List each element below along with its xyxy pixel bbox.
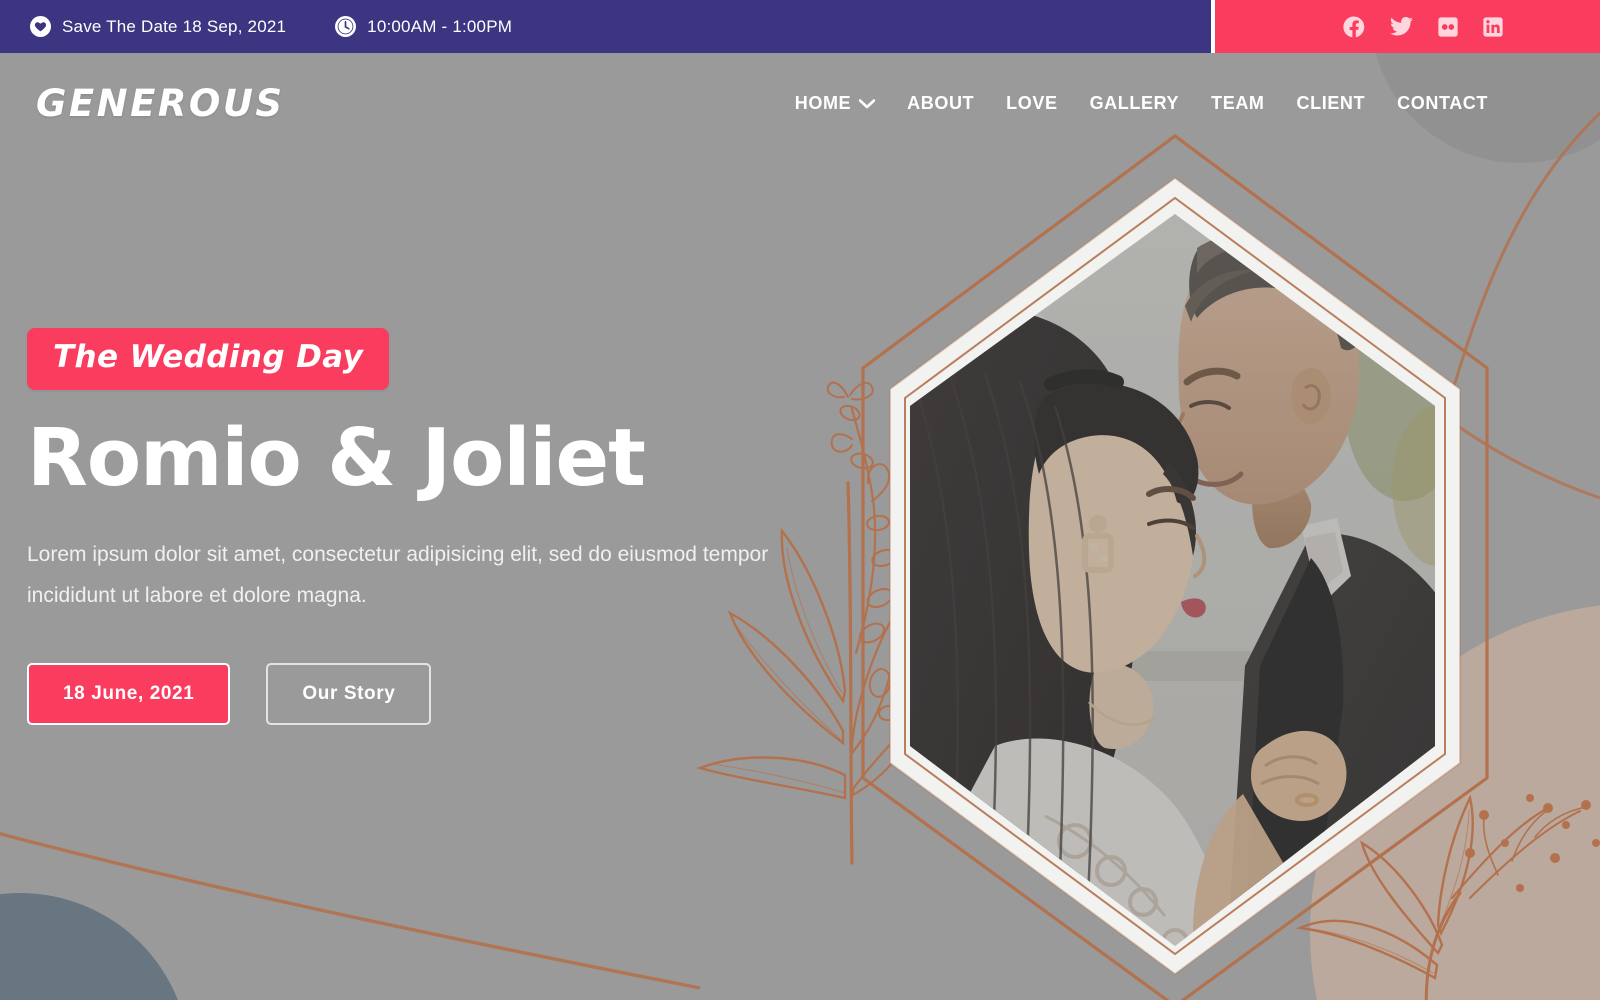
top-info-bar: Save The Date 18 Sep, 2021 10:00AM - 1:0… [0, 0, 1600, 53]
social-links-bar [1215, 0, 1600, 53]
nav-label-team: TEAM [1211, 92, 1265, 113]
event-time-text: 10:00AM - 1:00PM [367, 16, 513, 36]
nav-label-home: HOME [794, 92, 852, 113]
hero-text-content: The Wedding Day Romio & Joliet Lorem ips… [0, 53, 820, 1000]
chevron-down-icon [858, 93, 876, 114]
twitter-icon[interactable] [1389, 14, 1414, 39]
nav-item-home[interactable]: HOME [779, 85, 891, 122]
clock-circle-icon [335, 16, 357, 37]
site-logo[interactable]: GENEROUS [36, 82, 285, 125]
wedding-date-button[interactable]: 18 June, 2021 [27, 662, 231, 725]
nav-item-contact[interactable]: CONTACT [1381, 85, 1504, 122]
nav-item-about[interactable]: ABOUT [891, 85, 990, 122]
save-the-date-text: Save The Date 18 Sep, 2021 [62, 16, 287, 36]
primary-navigation: HOME ABOUT LOVE GALLERY TEAM CLIENT CONT… [779, 85, 1504, 122]
hero-photo-frame [745, 106, 1600, 1000]
nav-label-about: ABOUT [907, 92, 975, 113]
nav-label-contact: CONTACT [1397, 92, 1488, 113]
nav-label-client: CLIENT [1296, 92, 1366, 113]
nav-item-client[interactable]: CLIENT [1281, 85, 1382, 122]
nav-label-love: LOVE [1006, 92, 1058, 113]
facebook-icon[interactable] [1342, 15, 1366, 39]
flickr-icon[interactable] [1437, 16, 1459, 38]
heart-circle-icon [30, 16, 51, 37]
main-navbar: GENEROUS HOME ABOUT LOVE GALLERY TEAM CL… [0, 53, 1600, 153]
wedding-day-badge: The Wedding Day [27, 328, 390, 391]
couple-photograph [910, 214, 1435, 946]
hero-subtitle: Lorem ipsum dolor sit amet, consectetur … [27, 542, 769, 607]
topbar-left-section: Save The Date 18 Sep, 2021 10:00AM - 1:0… [0, 0, 1211, 53]
save-the-date-item: Save The Date 18 Sep, 2021 [30, 16, 286, 37]
hero-section: GENEROUS HOME ABOUT LOVE GALLERY TEAM CL… [0, 53, 1600, 1000]
nav-item-team[interactable]: TEAM [1195, 85, 1280, 122]
page-title: Romio & Joliet [27, 412, 646, 505]
our-story-button[interactable]: Our Story [266, 662, 432, 725]
linkedin-icon[interactable] [1482, 16, 1504, 38]
nav-item-love[interactable]: LOVE [990, 85, 1073, 122]
nav-item-gallery[interactable]: GALLERY [1074, 85, 1196, 122]
event-time-item: 10:00AM - 1:00PM [335, 16, 512, 37]
hero-button-row: 18 June, 2021 Our Story [27, 662, 820, 725]
nav-label-gallery: GALLERY [1089, 92, 1180, 113]
hexagon-photo [861, 134, 1489, 1000]
